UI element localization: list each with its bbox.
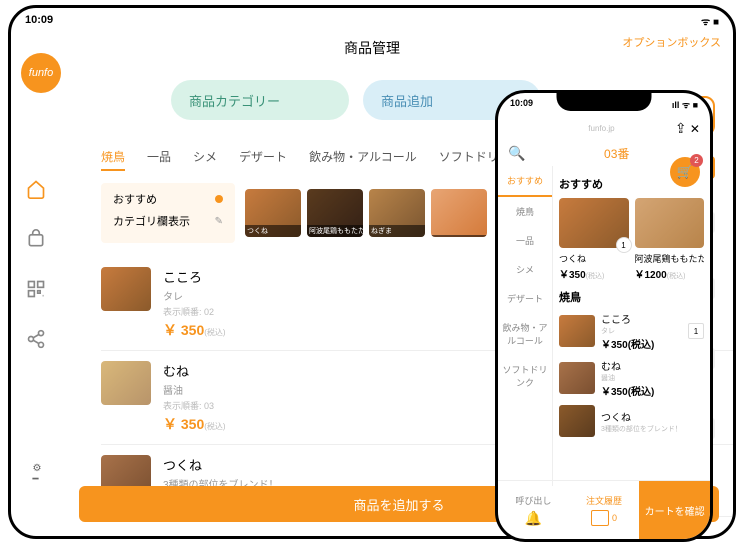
sidebar-cat-drinks[interactable]: 飲み物・アルコール [498,313,552,355]
domain-label: funfo.jp [588,124,614,133]
phone-time: 10:09 [510,98,533,111]
subcat-display: カテゴリ欄表示 [113,213,190,229]
row-image [559,315,595,347]
tablet-header: 商品管理 オプションボックス [11,34,733,62]
filter-icon[interactable]: ⚙━ [23,460,51,488]
history-label: 注文履歴 [586,494,622,507]
row-sub: 醤油 [601,373,704,383]
row-name: こころ [601,311,682,326]
close-icon[interactable]: ✕ [690,122,700,136]
call-button[interactable]: 呼び出し 🔔 [498,481,569,539]
card-image [635,198,705,248]
list-item[interactable]: つくね 3種類の部位をブレンド！ [559,405,704,437]
tab-dessert[interactable]: デザート [239,148,287,171]
sidebar-cat-soft[interactable]: ソフトドリンク [498,355,552,397]
qty-badge: 1 [688,323,704,339]
bell-icon: 🔔 [525,510,542,527]
qr-icon[interactable] [25,278,47,300]
phone-header: funfo.jp ⇪ ✕ [498,116,710,141]
row-price: ￥350(税込) [601,336,682,351]
row-image [559,405,595,437]
check-cart-button[interactable]: カートを確認 [639,481,710,539]
item-image [101,267,151,311]
thumb-3[interactable] [369,189,425,237]
tablet-sidebar [11,178,61,350]
header-actions: ⇪ ✕ [675,120,700,137]
tab-shime[interactable]: シメ [193,148,217,171]
active-dot-icon [215,195,223,203]
subcat-name: おすすめ [113,191,157,207]
page-title: 商品管理 [344,40,400,56]
thumb-4[interactable] [431,189,487,237]
row-info: こころ タレ ￥350(税込) [601,311,682,351]
card-price: ￥1200(税込) [635,266,705,281]
tablet-status-bar: 10:09 ᯤ ■ [11,8,733,34]
sidebar-cat-yakitori[interactable]: 焼鳥 [498,197,552,226]
phone-bottom-bar: 呼び出し 🔔 注文履歴 0 カートを確認 [498,480,710,539]
tab-drinks[interactable]: 飲み物・アルコール [309,148,417,171]
product-card[interactable]: 阿波尾鶏ももたたき ￥1200(税込) [635,198,705,281]
option-box-link[interactable]: オプションボックス [622,34,721,50]
product-card[interactable]: 1 つくね ￥350(税込) [559,198,629,281]
thumb-2[interactable] [307,189,363,237]
section-title: 焼鳥 [559,289,704,305]
thumb-1[interactable] [245,189,301,237]
search-icon[interactable]: 🔍 [508,145,525,162]
cart-button[interactable]: 🛒2 [670,157,700,187]
tab-ippin[interactable]: 一品 [147,148,171,171]
signal-icon: ıll ᯤ ■ [672,98,698,111]
phone-body: おすすめ 焼鳥 一品 シメ デザート 飲み物・アルコール ソフトドリンク おすす… [498,166,710,486]
sidebar-cat-recommend[interactable]: おすすめ [498,166,552,197]
category-button[interactable]: 商品カテゴリー [171,80,349,120]
sidebar-cat-shime[interactable]: シメ [498,255,552,284]
thumbnail-row [245,189,487,237]
sidebar-cat-dessert[interactable]: デザート [498,284,552,313]
cart-badge: 2 [690,154,703,167]
wifi-icon: ᯤ ■ [701,14,719,28]
pencil-icon[interactable]: ✎ [215,216,223,227]
row-info: つくね 3種類の部位をブレンド！ [601,409,704,434]
card-price: ￥350(税込) [559,266,629,281]
call-label: 呼び出し [515,494,551,507]
row-name: むね [601,358,704,373]
phone-frame: 10:09 ıll ᯤ ■ funfo.jp ⇪ ✕ 🔍 03番 🛒2 おすすめ… [495,90,713,542]
card-image: 1 [559,198,629,248]
share-icon[interactable] [25,328,47,350]
list-item[interactable]: こころ タレ ￥350(税込) 1 [559,311,704,351]
qty-badge: 1 [616,237,632,253]
phone-main: おすすめ 1 つくね ￥350(税込) 阿波尾鶏ももたたき ￥1200(税込) … [553,166,710,486]
phone-category-sidebar: おすすめ 焼鳥 一品 シメ デザート 飲み物・アルコール ソフトドリンク [498,166,553,486]
row-sub: タレ [601,326,682,336]
recommend-grid: 1 つくね ￥350(税込) 阿波尾鶏ももたたき ￥1200(税込) [559,198,704,281]
row-image [559,362,595,394]
history-count: 0 [612,513,617,523]
receipt-icon [591,510,609,526]
phone-notch [557,93,652,111]
row-price: ￥350(税込) [601,383,704,398]
tablet-time: 10:09 [25,14,53,28]
row-info: むね 醤油 ￥350(税込) [601,358,704,398]
logo[interactable]: funfo [21,53,61,93]
item-image [101,361,151,405]
product-list: こころ タレ ￥350(税込) 1 むね 醤油 ￥350(税込) [559,311,704,437]
card-name: つくね [559,252,629,265]
tab-yakitori[interactable]: 焼鳥 [101,148,125,171]
card-name: 阿波尾鶏ももたたき [635,252,705,265]
row-name: つくね [601,409,704,424]
history-button[interactable]: 注文履歴 0 [569,481,640,539]
home-icon[interactable] [25,178,47,200]
sidebar-cat-ippin[interactable]: 一品 [498,226,552,255]
list-item[interactable]: むね 醤油 ￥350(税込) [559,358,704,398]
subcategory-box[interactable]: おすすめ カテゴリ欄表示 ✎ [101,183,235,243]
share-icon[interactable]: ⇪ [675,120,687,136]
row-sub: 3種類の部位をブレンド！ [601,424,704,434]
bag-icon[interactable] [25,228,47,250]
